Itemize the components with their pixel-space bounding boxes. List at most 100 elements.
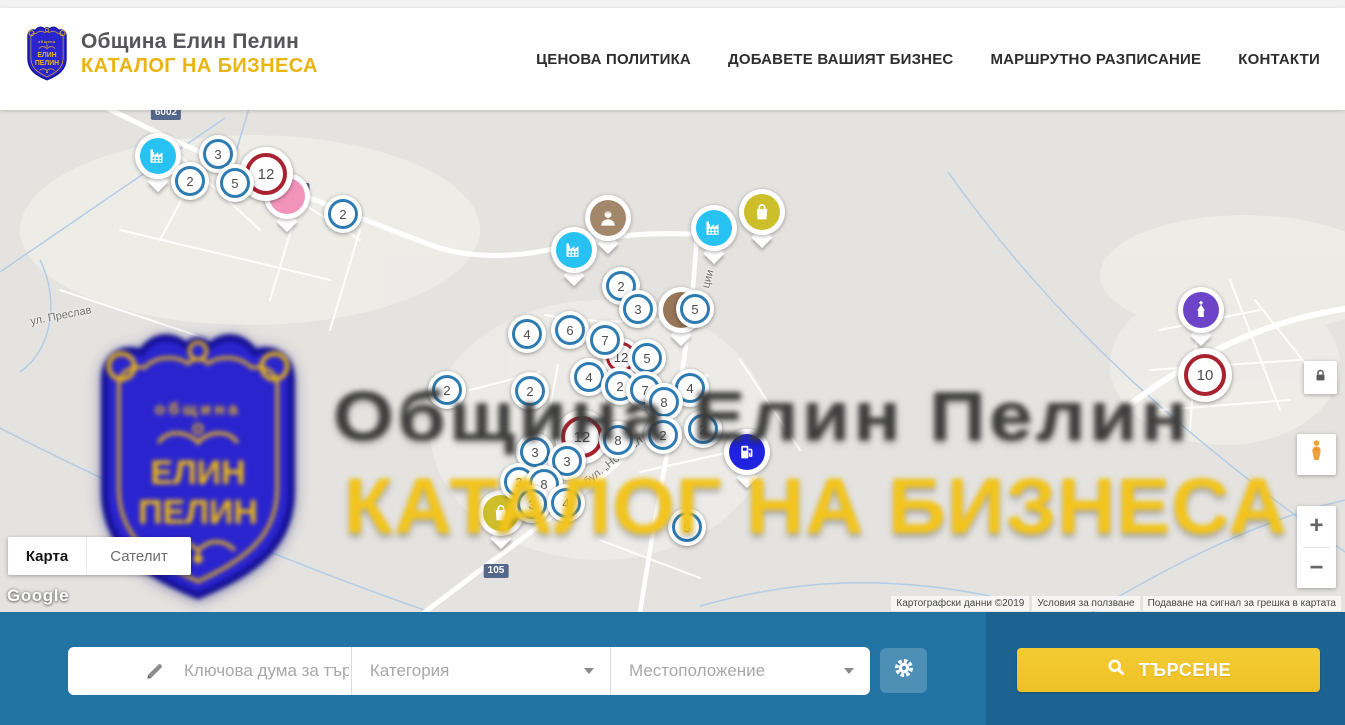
search-section: Категория Местоположение ТЪРСЕНЕ <box>0 612 1345 725</box>
map-cluster-marker[interactable]: 6 <box>551 311 589 349</box>
map-type-map-button[interactable]: Карта <box>8 537 86 575</box>
cluster-count: 8 <box>660 395 667 410</box>
cluster-count: 2 <box>443 383 450 398</box>
search-button[interactable]: ТЪРСЕНЕ <box>1017 648 1320 692</box>
cluster-count: 3 <box>528 497 535 512</box>
site-subtitle: КАТАЛОГ НА БИЗНЕСА <box>81 55 318 78</box>
zoom-out-button[interactable]: − <box>1297 548 1336 589</box>
cluster-count: 10 <box>1197 367 1214 384</box>
cluster-count: 4 <box>523 327 530 342</box>
map-cluster-marker[interactable]: 2 <box>511 372 549 410</box>
map-attribution: Картографски данни ©2019Условия за ползв… <box>891 596 1341 611</box>
gear-icon <box>892 656 916 685</box>
map-pin-church[interactable] <box>1177 287 1225 349</box>
map-viewport[interactable]: 6002105ул. Преславбул. „Новоселции 12325… <box>0 110 1345 612</box>
factory-icon <box>556 232 592 268</box>
nav-item[interactable]: ЦЕНОВА ПОЛИТИКА <box>536 51 691 68</box>
road-badge: 6002 <box>151 110 181 120</box>
cluster-count: 2 <box>699 422 706 437</box>
map-cluster-marker[interactable]: 2 <box>428 371 466 409</box>
svg-text:ПЕЛИН: ПЕЛИН <box>35 60 59 67</box>
cluster-count: 4 <box>686 381 693 396</box>
header: община ЕЛИН ПЕЛИН Община Елин Пелин КАТА… <box>0 8 1345 110</box>
cluster-count: 3 <box>563 454 570 469</box>
cluster-count: 5 <box>643 351 650 366</box>
chevron-down-icon <box>584 668 594 674</box>
street-view-pegman-button[interactable] <box>1297 434 1336 475</box>
cluster-count: 3 <box>634 302 641 317</box>
category-select[interactable]: Категория <box>352 647 610 695</box>
top-strip <box>0 0 1345 8</box>
zoom-in-button[interactable]: + <box>1297 506 1336 547</box>
fuel-icon <box>729 434 765 470</box>
category-select-label: Категория <box>370 661 449 681</box>
cluster-count: 5 <box>683 520 690 535</box>
factory-icon <box>140 138 176 174</box>
map-pin-bag[interactable] <box>738 189 786 251</box>
cluster-count: 2 <box>659 428 666 443</box>
nav-item[interactable]: КОНТАКТИ <box>1238 51 1320 68</box>
zoom-control: + − <box>1297 506 1336 588</box>
map-terms-link[interactable]: Условия за ползване <box>1032 596 1139 611</box>
map-cluster-marker[interactable]: 3 <box>619 290 657 328</box>
pencil-icon <box>144 660 166 682</box>
map-copyright: Картографски данни ©2019 <box>891 596 1029 611</box>
advanced-search-button[interactable] <box>880 648 927 693</box>
map-cluster-marker[interactable]: 7 <box>586 321 624 359</box>
municipality-crest-icon: община ЕЛИН ПЕЛИН <box>24 24 70 84</box>
keyword-field-group <box>68 647 351 695</box>
cluster-count: 2 <box>526 384 533 399</box>
site-logo[interactable]: община ЕЛИН ПЕЛИН Община Елин Пелин КАТА… <box>24 24 318 84</box>
map-cluster-marker[interactable]: 2 <box>644 416 682 454</box>
search-form: Категория Местоположение <box>68 647 870 695</box>
map-cluster-marker[interactable]: 5 <box>668 508 706 546</box>
map-cluster-marker[interactable]: 5 <box>216 164 254 202</box>
cluster-count: 12 <box>258 166 275 183</box>
map-cluster-marker[interactable]: 2 <box>171 162 209 200</box>
cluster-count: 3 <box>531 445 538 460</box>
main-nav: ЦЕНОВА ПОЛИТИКА ДОБАВЕТЕ ВАШИЯТ БИЗНЕС МАР… <box>536 8 1320 110</box>
svg-text:ЕЛИН: ЕЛИН <box>37 52 56 59</box>
cluster-count: 5 <box>691 302 698 317</box>
cluster-count: 12 <box>574 429 591 446</box>
location-select[interactable]: Местоположение <box>611 647 870 695</box>
church-icon <box>1183 292 1219 328</box>
cluster-count: 2 <box>186 174 193 189</box>
map-cluster-marker[interactable]: 4 <box>508 315 546 353</box>
map-cluster-marker[interactable]: 3 <box>513 485 551 523</box>
map-pin-factory[interactable] <box>690 205 738 267</box>
pegman-icon <box>1308 439 1325 470</box>
location-select-label: Местоположение <box>629 661 765 681</box>
map-cluster-marker[interactable]: 10 <box>1178 348 1232 402</box>
lock-icon <box>1313 368 1328 388</box>
map-report-error-link[interactable]: Подаване на сигнал за грешка в картата <box>1143 596 1341 611</box>
search-icon <box>1106 657 1127 683</box>
cluster-count: 8 <box>614 433 621 448</box>
cluster-count: 2 <box>616 379 623 394</box>
lock-button[interactable] <box>1304 361 1337 394</box>
cluster-count: 5 <box>231 176 238 191</box>
nav-item[interactable]: МАРШРУТНО РАЗПИСАНИЕ <box>990 51 1201 68</box>
factory-icon <box>696 210 732 246</box>
map-cluster-marker[interactable]: 2 <box>684 410 722 448</box>
page: община ЕЛИН ПЕЛИН Община Елин Пелин КАТА… <box>0 0 1345 725</box>
cluster-count: 7 <box>601 333 608 348</box>
cluster-count: 4 <box>585 370 592 385</box>
keyword-search-input[interactable] <box>182 660 351 682</box>
map-type-satellite-button[interactable]: Сателит <box>86 537 191 575</box>
map-pin-factory[interactable] <box>550 227 598 289</box>
cluster-count: 6 <box>566 323 573 338</box>
search-button-label: ТЪРСЕНЕ <box>1139 660 1231 681</box>
map-cluster-marker[interactable]: 2 <box>324 195 362 233</box>
map-type-control: Карта Сателит <box>8 537 191 575</box>
map-pin-fuel[interactable] <box>723 429 771 491</box>
google-logo[interactable]: Google <box>7 586 69 606</box>
cluster-count: 2 <box>339 207 346 222</box>
map-cluster-marker[interactable]: 8 <box>599 421 637 459</box>
cluster-count: 2 <box>617 279 624 294</box>
bag-icon <box>744 194 780 230</box>
map-cluster-marker[interactable]: 4 <box>547 484 585 522</box>
cluster-count: 4 <box>562 496 569 511</box>
map-cluster-marker[interactable]: 5 <box>676 290 714 328</box>
nav-item[interactable]: ДОБАВЕТЕ ВАШИЯТ БИЗНЕС <box>728 51 953 68</box>
